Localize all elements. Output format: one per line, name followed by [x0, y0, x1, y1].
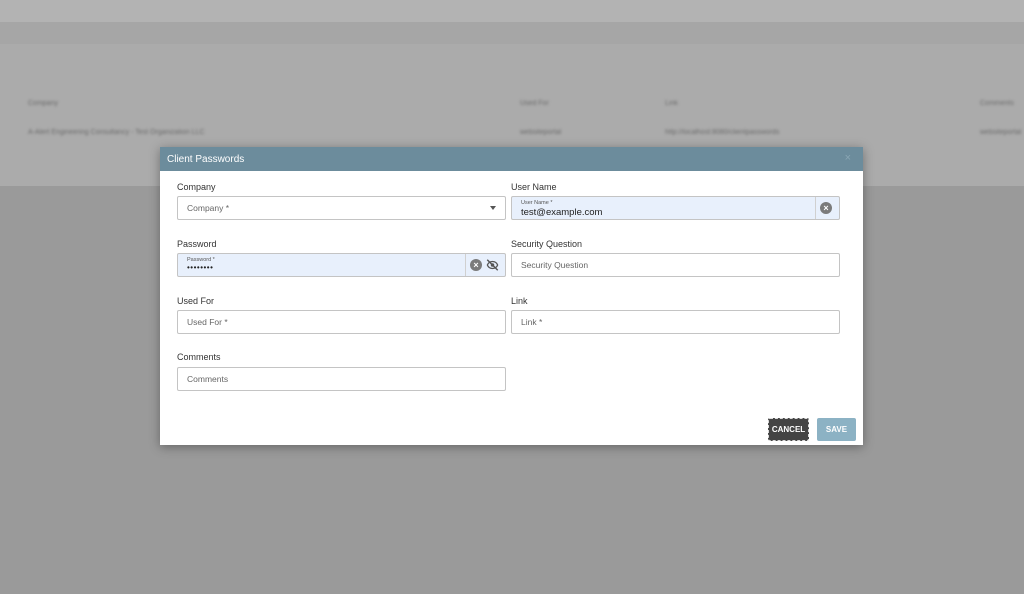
- company-select[interactable]: Company *: [177, 196, 506, 220]
- bg-header-used-for: Used For: [520, 100, 549, 107]
- used-for-label: Used For: [177, 296, 215, 306]
- link-placeholder: Link *: [521, 317, 543, 327]
- app-top-bar: [0, 0, 1024, 22]
- comments-placeholder: Comments: [187, 374, 229, 384]
- used-for-input[interactable]: Used For *: [177, 310, 506, 334]
- password-input[interactable]: Password * •••••••• ×: [177, 253, 506, 277]
- background-table-row: A-Alert Engineering Consultancy - Test O…: [0, 120, 1024, 150]
- link-input[interactable]: Link *: [511, 310, 840, 334]
- password-label: Password: [177, 239, 217, 249]
- bg-cell-company: A-Alert Engineering Consultancy - Test O…: [28, 129, 205, 136]
- clear-icon[interactable]: ×: [470, 259, 482, 271]
- bg-header-link: Link: [665, 100, 678, 107]
- bg-header-company: Company: [28, 100, 58, 107]
- clear-username-button[interactable]: ×: [820, 202, 834, 216]
- security-question-label: Security Question: [511, 239, 583, 249]
- username-value: test@example.com: [521, 207, 603, 218]
- comments-label: Comments: [177, 352, 221, 362]
- toggle-password-visibility-button[interactable]: [485, 258, 499, 272]
- dropdown-caret-icon[interactable]: [490, 206, 496, 210]
- cancel-button[interactable]: CANCEL: [768, 418, 809, 441]
- used-for-placeholder: Used For *: [187, 317, 228, 327]
- clear-icon[interactable]: ×: [820, 202, 832, 214]
- dialog-header: Client Passwords: [160, 147, 863, 171]
- username-input[interactable]: User Name * test@example.com ×: [511, 196, 840, 220]
- password-value: ••••••••: [187, 263, 214, 272]
- security-question-input[interactable]: Security Question: [511, 253, 840, 277]
- save-button[interactable]: SAVE: [817, 418, 856, 441]
- clear-password-button[interactable]: ×: [470, 259, 484, 273]
- username-label: User Name: [511, 182, 557, 192]
- username-floating-label: User Name *: [521, 200, 553, 206]
- company-label: Company: [177, 182, 216, 192]
- bg-cell-comments: websiteportal: [980, 129, 1022, 136]
- input-adornment-divider: [465, 254, 466, 276]
- bg-cell-link: http://localhost:8080/clientpasswords: [665, 129, 780, 136]
- security-question-placeholder: Security Question: [521, 260, 589, 270]
- dialog-title: Client Passwords: [167, 153, 245, 165]
- client-passwords-dialog: Client Passwords × Company Company * Use…: [160, 147, 863, 445]
- comments-input[interactable]: Comments: [177, 367, 506, 391]
- app-toolbar: [0, 22, 1024, 44]
- link-label: Link: [511, 296, 528, 306]
- bg-cell-used-for: websiteportal: [520, 129, 562, 136]
- company-placeholder: Company *: [187, 203, 230, 213]
- background-table-header: Company Used For Link Comments: [0, 94, 1024, 116]
- close-icon[interactable]: ×: [845, 152, 851, 164]
- bg-header-comments: Comments: [980, 100, 1014, 107]
- visibility-off-icon[interactable]: [485, 258, 500, 272]
- input-adornment-divider: [815, 197, 816, 219]
